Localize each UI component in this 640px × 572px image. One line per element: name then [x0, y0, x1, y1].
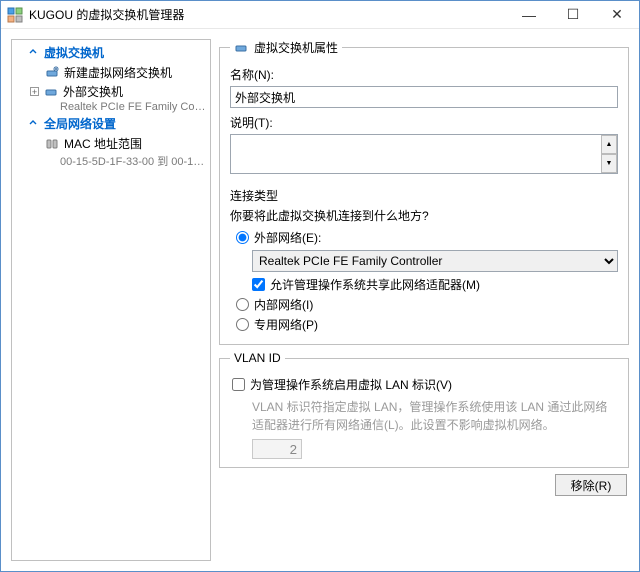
vlan-legend: VLAN ID [230, 351, 285, 365]
tree-item-subtext: 00-15-5D-1F-33-00 到 00-15-5D-1... [12, 153, 210, 169]
section-virtual-switches[interactable]: 虚拟交换机 [12, 42, 210, 63]
window-frame: KUGOU 的虚拟交换机管理器 — ☐ ✕ 虚拟交换机 新建虚拟网络交换机 + [0, 0, 640, 572]
check-label: 允许管理操作系统共享此网络适配器(M) [270, 276, 480, 293]
check-label: 为管理操作系统启用虚拟 LAN 标识(V) [250, 376, 452, 393]
tree-item-label: 外部交换机 [63, 83, 123, 100]
name-input[interactable] [230, 86, 618, 108]
adapter-select[interactable]: Realtek PCIe FE Family Controller [252, 250, 618, 272]
expander-icon [26, 117, 40, 131]
expander-icon [26, 46, 40, 60]
switch-icon [234, 41, 248, 55]
adapter-select-wrap: Realtek PCIe FE Family Controller [252, 250, 618, 272]
remove-button[interactable]: 移除(R) [555, 474, 627, 496]
radio-label: 外部网络(E): [254, 229, 321, 246]
section-global-network[interactable]: 全局网络设置 [12, 113, 210, 134]
check-enable-vlan-input[interactable] [232, 378, 245, 391]
tree-item-new-switch[interactable]: 新建虚拟网络交换机 [12, 63, 210, 82]
section-label: 虚拟交换机 [44, 44, 104, 61]
scroll-buttons: ▲ ▼ [601, 135, 617, 173]
vlan-id-input [252, 439, 302, 459]
connection-type-section: 连接类型 你要将此虚拟交换机连接到什么地方? 外部网络(E): Realtek … [230, 187, 618, 333]
group-legend: 虚拟交换机属性 [230, 39, 342, 56]
radio-label: 专用网络(P) [254, 316, 318, 333]
maximize-button[interactable]: ☐ [551, 1, 595, 29]
desc-label: 说明(T): [230, 114, 618, 131]
expander-icon[interactable]: + [30, 87, 39, 96]
group-properties: 虚拟交换机属性 名称(N): 说明(T): ▲ ▼ 连接类型 你要将此虚拟交换机… [219, 39, 629, 345]
check-allow-mgmt[interactable]: 允许管理操作系统共享此网络适配器(M) [252, 276, 618, 293]
group-vlan: VLAN ID 为管理操作系统启用虚拟 LAN 标识(V) VLAN 标识符指定… [219, 351, 629, 468]
tree-item-label: MAC 地址范围 [64, 135, 142, 152]
radio-private-input[interactable] [236, 318, 249, 331]
radio-external-input[interactable] [236, 231, 249, 244]
desc-textarea[interactable] [230, 134, 618, 174]
tree-item-mac-range[interactable]: MAC 地址范围 [12, 134, 210, 153]
section-label: 全局网络设置 [44, 115, 116, 132]
vlan-hint: VLAN 标识符指定虚拟 LAN，管理操作系统使用该 LAN 通过此网络适配器进… [252, 398, 618, 434]
minimize-button[interactable]: — [507, 1, 551, 29]
radio-private[interactable]: 专用网络(P) [236, 316, 618, 333]
legend-text: 虚拟交换机属性 [254, 39, 338, 56]
desc-wrap: ▲ ▼ [230, 134, 618, 177]
scroll-up-icon[interactable]: ▲ [601, 135, 617, 154]
check-enable-vlan[interactable]: 为管理操作系统启用虚拟 LAN 标识(V) [232, 376, 618, 393]
radio-external[interactable]: 外部网络(E): [236, 229, 618, 246]
body: 虚拟交换机 新建虚拟网络交换机 + 外部交换机 Realtek PCIe FE … [1, 29, 639, 571]
radio-label: 内部网络(I) [254, 296, 313, 313]
mac-icon [45, 137, 59, 151]
window-title: KUGOU 的虚拟交换机管理器 [29, 6, 507, 23]
name-label: 名称(N): [230, 66, 618, 83]
radio-internal[interactable]: 内部网络(I) [236, 296, 618, 313]
switch-new-icon [45, 66, 59, 80]
check-allow-mgmt-input[interactable] [252, 278, 265, 291]
radio-internal-input[interactable] [236, 298, 249, 311]
tree-item-external-switch[interactable]: + 外部交换机 [12, 82, 210, 101]
tree-item-subtext: Realtek PCIe FE Family Controller [12, 101, 210, 113]
close-button[interactable]: ✕ [595, 1, 639, 29]
conn-hint: 你要将此虚拟交换机连接到什么地方? [230, 207, 618, 224]
button-row: 移除(R) [219, 474, 629, 496]
conn-title: 连接类型 [230, 187, 618, 204]
main-panel: 虚拟交换机属性 名称(N): 说明(T): ▲ ▼ 连接类型 你要将此虚拟交换机… [219, 39, 629, 561]
app-icon [7, 7, 23, 23]
sidebar: 虚拟交换机 新建虚拟网络交换机 + 外部交换机 Realtek PCIe FE … [11, 39, 211, 561]
scroll-down-icon[interactable]: ▼ [601, 154, 617, 173]
titlebar: KUGOU 的虚拟交换机管理器 — ☐ ✕ [1, 1, 639, 29]
tree-item-label: 新建虚拟网络交换机 [64, 64, 172, 81]
switch-icon [44, 85, 58, 99]
